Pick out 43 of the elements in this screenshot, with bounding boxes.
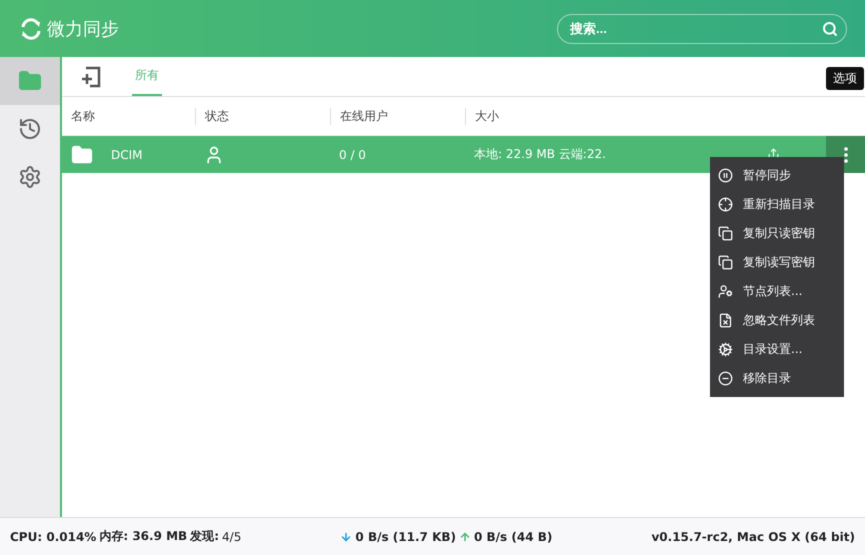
download-icon: [340, 530, 352, 542]
column-header: 在线用户: [330, 108, 465, 124]
copy-icon: [718, 255, 733, 270]
user-icon: [718, 284, 733, 299]
folder-size: 本地: 22.9 MB 云端:22.: [474, 146, 606, 163]
settings-icon: [18, 165, 42, 189]
menu-item[interactable]: 重新扫描目录: [710, 190, 844, 219]
upload-rate: 0 B/s (44 B): [474, 530, 552, 544]
tooltip: 选项: [826, 67, 864, 90]
history-icon: [18, 117, 42, 141]
column-header: 大小: [465, 108, 600, 124]
search-input[interactable]: 搜索...: [568, 20, 808, 37]
search-field[interactable]: 搜索...: [557, 14, 847, 44]
pause-icon: [718, 168, 733, 183]
add-folder-icon: [80, 66, 102, 88]
sync-icon: [20, 18, 42, 40]
menu-item[interactable]: 忽略文件列表: [710, 306, 844, 335]
menu-item[interactable]: 移除目录: [710, 364, 844, 393]
menu-item[interactable]: 目录设置...: [710, 335, 844, 364]
menu-item[interactable]: 复制读写密钥: [710, 248, 844, 277]
search-icon[interactable]: [822, 20, 838, 36]
folder-icon: [71, 144, 93, 166]
cpu-label: CPU: 0.014%: [10, 530, 96, 544]
upload-icon: [459, 530, 471, 542]
app-title: 微力同步: [47, 18, 119, 40]
folder-icon: [18, 69, 42, 93]
version-text: v0.15.7-rc2, Mac OS X (64 bit): [651, 530, 855, 544]
menu-item[interactable]: 节点列表...: [710, 277, 844, 306]
copy-icon: [718, 226, 733, 241]
gear-icon: [718, 342, 733, 357]
download-rate: 0 B/s (11.7 KB): [355, 530, 456, 544]
more-icon: [844, 146, 848, 162]
found-label: 发现:: [190, 528, 220, 545]
target-icon: [718, 197, 733, 212]
menu-item[interactable]: 复制只读密钥: [710, 219, 844, 248]
column-header: 状态: [195, 108, 330, 124]
file-icon: [718, 313, 733, 328]
memory-label: 内存: 36.9 MB: [99, 528, 188, 545]
minus-icon: [718, 371, 733, 386]
online-users: 0 / 0: [339, 148, 366, 162]
found-count: 4/5: [222, 530, 242, 544]
folder-name: DCIM: [111, 148, 143, 162]
column-header: 名称: [70, 108, 96, 124]
